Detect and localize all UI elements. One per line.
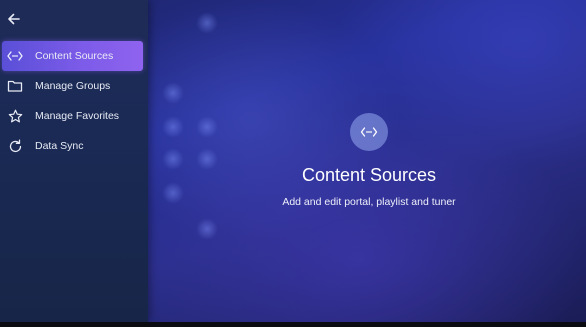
back-button[interactable] <box>4 9 24 29</box>
bokeh-dot <box>162 182 184 204</box>
bokeh-dot <box>196 148 218 170</box>
bokeh-dot <box>162 148 184 170</box>
page-subtitle: Add and edit portal, playlist and tuner <box>282 196 456 208</box>
sidebar-item-content-sources[interactable]: Content Sources <box>2 41 143 71</box>
sidebar-item-data-sync[interactable]: Data Sync <box>2 131 143 161</box>
sidebar-item-label: Data Sync <box>35 140 84 152</box>
bokeh-dot <box>196 116 218 138</box>
sidebar-item-label: Manage Groups <box>35 80 111 92</box>
app-screen: Content Sources Manage Groups Manage Fav… <box>0 0 586 327</box>
sidebar: Content Sources Manage Groups Manage Fav… <box>0 0 148 322</box>
sidebar-item-manage-groups[interactable]: Manage Groups <box>2 71 143 101</box>
bokeh-dot <box>162 82 184 104</box>
code-arrows-icon <box>360 127 378 137</box>
bokeh-dot <box>196 218 218 240</box>
sidebar-item-label: Content Sources <box>35 50 114 62</box>
folder-icon <box>4 77 26 95</box>
sidebar-item-manage-favorites[interactable]: Manage Favorites <box>2 101 143 131</box>
star-icon <box>4 107 26 125</box>
arrow-left-icon <box>8 13 20 25</box>
sidebar-item-label: Manage Favorites <box>35 110 120 122</box>
content-sources-icon <box>350 113 388 151</box>
page-title: Content Sources <box>301 165 437 185</box>
refresh-icon <box>4 137 26 155</box>
bokeh-dot <box>196 12 218 34</box>
code-arrows-icon <box>4 47 26 65</box>
screen-bezel <box>0 322 586 327</box>
bokeh-dot <box>162 116 184 138</box>
